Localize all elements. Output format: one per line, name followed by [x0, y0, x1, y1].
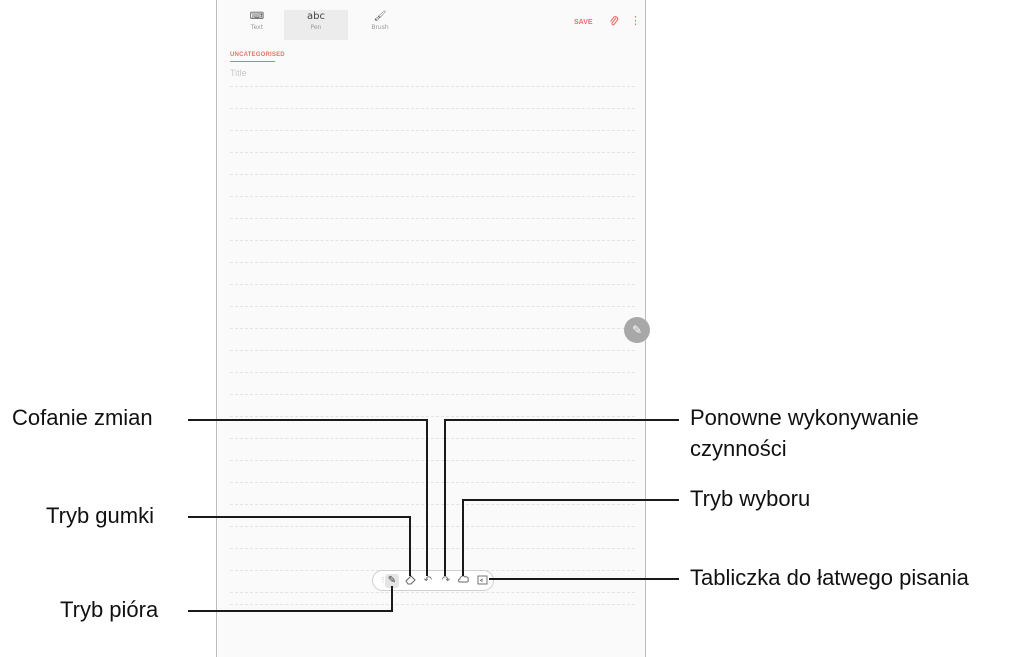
writing-pad-leader [489, 578, 679, 580]
eraser-callout: Tryb gumki [46, 503, 154, 528]
undo-icon[interactable]: ↶ [421, 574, 435, 588]
redo-leader-v [444, 419, 446, 576]
pen-callout: Tryb pióra [60, 597, 159, 622]
ruled-line [230, 86, 635, 87]
ruled-line [230, 460, 635, 461]
tab-text[interactable]: ⌨ Text [225, 10, 289, 40]
redo-icon[interactable]: ↷ [439, 574, 453, 588]
ruled-line [230, 240, 635, 241]
ruled-line [230, 196, 635, 197]
ruled-line [230, 394, 635, 395]
ruled-line [230, 262, 635, 263]
eraser-icon[interactable] [403, 574, 417, 588]
ruled-line [230, 416, 635, 417]
top-toolbar: ⌨ Text abc Pen 🖌 Brush SAVE ⋮ [217, 0, 645, 40]
ruled-line [230, 592, 635, 593]
device-screen: ⌨ Text abc Pen 🖌 Brush SAVE ⋮ UNCATEGORI… [216, 0, 650, 657]
easy-writing-pad-icon[interactable] [475, 574, 489, 588]
ruled-line [230, 504, 635, 505]
brush-icon: 🖌 [373, 11, 387, 22]
ruled-line [230, 438, 635, 439]
pen-leader-v [391, 586, 393, 612]
save-button[interactable]: SAVE [574, 19, 593, 26]
keyboard-icon: ⌨ [249, 11, 265, 22]
undo-callout: Cofanie zmian [12, 405, 153, 430]
more-options-icon[interactable]: ⋮ [630, 14, 641, 27]
ruled-line [230, 130, 635, 131]
tab-pen[interactable]: abc Pen [284, 10, 348, 40]
eraser-leader-h [188, 516, 411, 518]
ruled-line [230, 306, 635, 307]
writing-pad-callout: Tabliczka do łatwego pisania [690, 565, 969, 590]
selection-leader-v [462, 499, 464, 576]
tab-text-label: Text [250, 24, 264, 31]
ruled-line [230, 174, 635, 175]
category-label[interactable]: UNCATEGORISED [230, 52, 285, 58]
category-underline [230, 61, 275, 62]
selection-leader-h [462, 499, 679, 501]
selection-callout: Tryb wyboru [690, 486, 811, 511]
eraser-leader-v [409, 516, 411, 576]
ruled-line [230, 482, 635, 483]
tab-pen-label: Pen [310, 24, 322, 31]
redo-callout-line2: czynności [690, 436, 787, 461]
ruled-line [230, 218, 635, 219]
ruled-line [230, 548, 635, 549]
tab-brush[interactable]: 🖌 Brush [348, 10, 412, 40]
redo-callout-line1: Ponowne wykonywanie [690, 405, 919, 430]
undo-leader-v [426, 419, 428, 576]
ruled-line [230, 604, 635, 605]
ruled-line [230, 372, 635, 373]
ruled-line [230, 328, 635, 329]
handwriting-icon: abc [307, 11, 325, 22]
attach-icon[interactable] [609, 15, 619, 30]
selection-icon[interactable] [457, 574, 471, 588]
ruled-line [230, 108, 635, 109]
redo-leader-h [444, 419, 679, 421]
ruled-line [230, 152, 635, 153]
undo-leader-h [188, 419, 427, 421]
ruled-line [230, 284, 635, 285]
tab-brush-label: Brush [371, 24, 389, 31]
title-field[interactable]: Title [230, 68, 247, 78]
pen-leader-h [188, 610, 392, 612]
edit-fab-button[interactable]: ✎ [624, 317, 650, 343]
ruled-line [230, 350, 635, 351]
ruled-line [230, 526, 635, 527]
